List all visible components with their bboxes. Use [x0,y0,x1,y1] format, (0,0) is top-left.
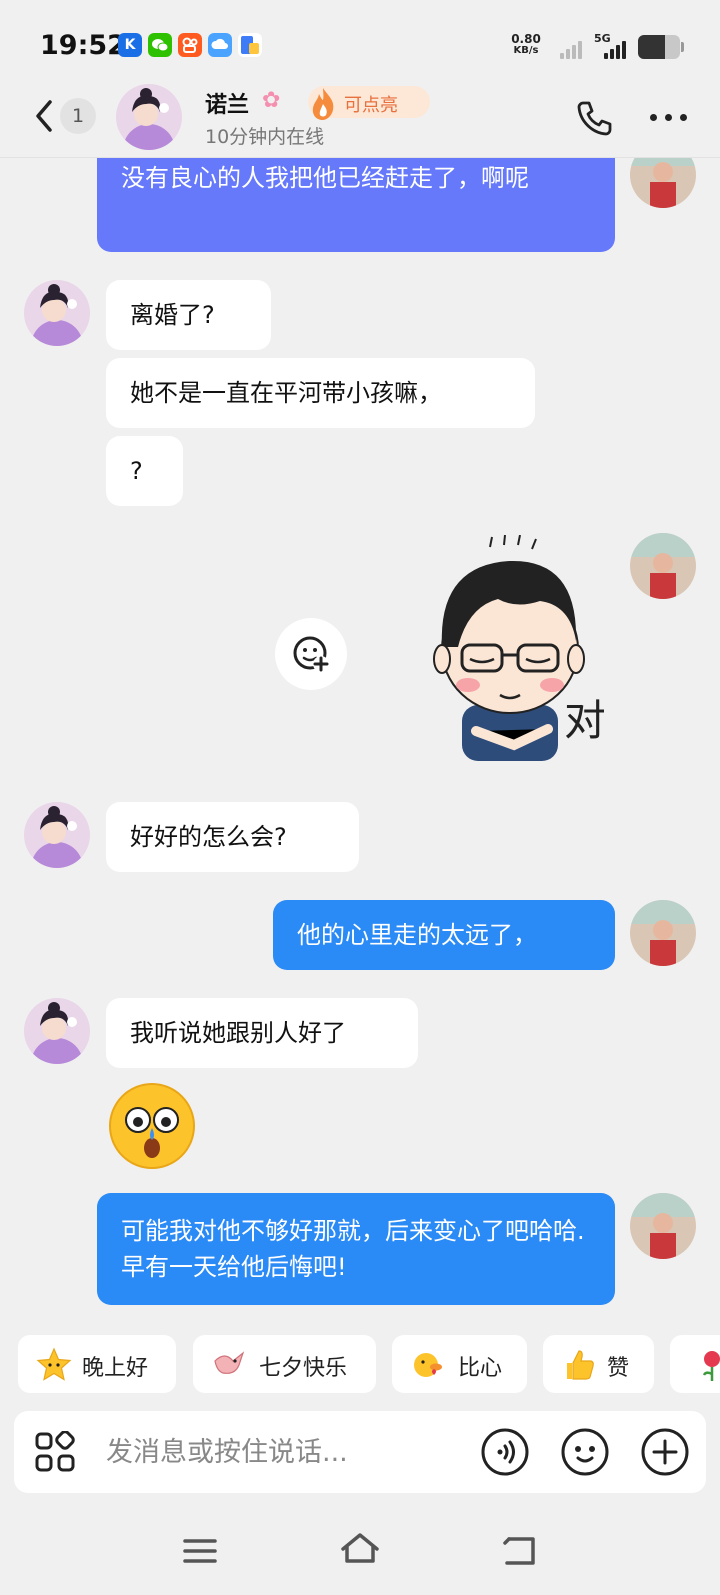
k-app-icon: K [118,33,142,57]
message-bubble-in[interactable]: 好好的怎么会? [106,802,359,872]
back-button[interactable] [30,96,60,136]
quick-reply-chip[interactable]: 比心 [392,1335,527,1393]
quick-reply-label: 比心 [458,1356,503,1381]
unread-count-badge[interactable]: 1 [60,98,96,134]
voice-wave-icon [481,1428,529,1476]
apps-grid-icon[interactable] [34,1431,76,1473]
battery-icon [638,35,680,59]
status-time: 19:52 [40,30,126,61]
battery-tip [681,42,684,52]
contact-status: 10分钟内在线 [205,126,325,148]
quick-reply-bar: 晚上好 七夕快乐 比心 赞 [0,1335,720,1393]
kuaishou-icon [178,33,202,57]
cartoon-boy-sticker[interactable]: 对 [418,534,606,770]
system-nav-bar [0,1525,720,1575]
signal-weak-icon [560,37,586,59]
user-photo-icon [630,900,696,966]
quick-reply-label: 七夕快乐 [259,1356,348,1381]
user-photo-icon [630,1193,696,1259]
quick-reply-chip[interactable]: 七夕快乐 [193,1335,376,1393]
menu-icon [183,1539,217,1563]
star-face-icon [36,1347,72,1381]
girl-avatar-icon [24,998,90,1064]
dot-icon [650,114,657,121]
plus-circle-icon [641,1428,689,1476]
user-photo-icon [630,533,696,599]
my-avatar[interactable] [630,533,696,599]
message-bubble-in[interactable]: 离婚了? [106,280,271,350]
call-button[interactable] [575,98,615,138]
my-avatar[interactable] [630,1193,696,1259]
quick-reply-label: 赞 [607,1356,630,1381]
message-bubble-out[interactable]: 可能我对他不够好那就，后来变心了吧哈哈.早有一天给他后悔吧! [97,1193,615,1305]
rose-icon [702,1351,720,1381]
magpie-icon [214,1351,245,1374]
my-avatar[interactable] [630,900,696,966]
message-bubble-in[interactable]: 她不是一直在平河带小孩嘛， [106,358,535,428]
thumbs-up-icon [567,1350,594,1380]
message-bubble-in[interactable]: ? [106,436,183,506]
dot-icon [665,114,672,121]
smiley-icon [561,1428,609,1476]
network-speed: 0.80 KB/s [511,32,541,56]
contact-avatar[interactable] [116,84,182,150]
wechat-icon [148,33,172,57]
battery-level [638,35,666,59]
girl-avatar-icon [24,802,90,868]
cherry-blossom-icon: ✿ [262,88,281,113]
more-options-button[interactable] [650,114,690,122]
message-input[interactable] [106,1431,466,1473]
duck-heart-icon [414,1353,442,1377]
cloud-icon [208,33,232,57]
voice-button[interactable] [480,1427,530,1477]
shocked-face-icon[interactable] [108,1082,196,1170]
phone-icon [577,101,612,136]
message-bubble-in[interactable]: 我听说她跟别人好了 [106,998,418,1068]
status-bar: 19:52 K 0.80 KB/s 5G [0,0,720,90]
cartoon-boy-icon: 对 [433,534,606,761]
sticker-add-icon [293,636,329,672]
quick-reply-chip[interactable]: 晚上好 [18,1335,176,1393]
quick-reply-chip[interactable]: 赞 [543,1335,654,1393]
add-more-button[interactable] [640,1427,690,1477]
chevron-left-icon [36,100,52,132]
home-icon [341,1533,379,1563]
contact-message-avatar[interactable] [24,802,90,868]
back-arrow-icon [503,1537,535,1565]
quick-reply-label: 晚上好 [82,1356,149,1381]
signal-strong-icon [604,37,630,59]
contact-message-avatar[interactable] [24,280,90,346]
emoji-button[interactable] [560,1427,610,1477]
contact-message-avatar[interactable] [24,998,90,1064]
add-sticker-button[interactable] [275,618,347,690]
nav-back-button[interactable] [495,1525,545,1575]
flame-icon [312,88,334,120]
nav-menu-button[interactable] [175,1525,225,1575]
document-icon [238,33,262,57]
message-bubble-out[interactable]: 他的心里走的太远了， [273,900,615,970]
chat-header: 1 诺兰 ✿ 可点亮 10分钟内在线 [0,80,720,158]
girl-avatar-icon [24,280,90,346]
sticker-text: 对 [564,696,604,745]
nav-home-button[interactable] [335,1525,385,1575]
quick-reply-chip[interactable] [670,1335,720,1393]
light-up-badge[interactable]: 可点亮 [308,86,430,120]
girl-avatar-icon [116,84,182,150]
message-input-bar [14,1411,706,1493]
light-up-label: 可点亮 [344,95,398,116]
contact-name: 诺兰 [205,93,250,118]
dot-icon [680,114,687,121]
